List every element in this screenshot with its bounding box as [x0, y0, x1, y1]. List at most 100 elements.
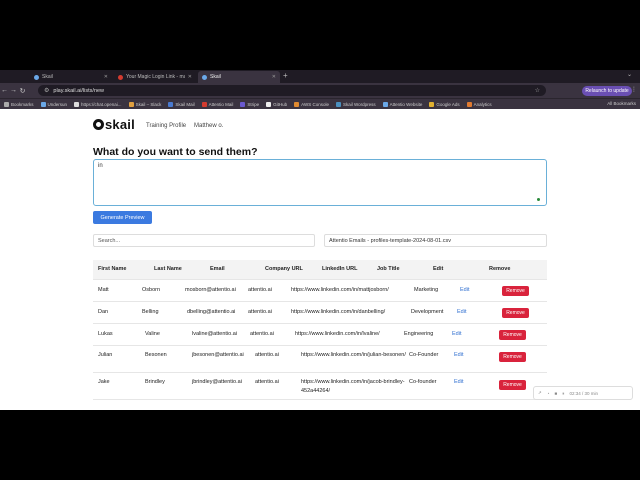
column-header: Edit — [433, 266, 444, 272]
tab-strip: Skail ✕ Your Magic Login Link - matt@ ✕ … — [0, 70, 640, 83]
bookmark-item[interactable]: Attentio Mail — [201, 101, 234, 107]
bookmark-item[interactable]: Bookmarks — [4, 101, 34, 107]
bookmark-label: Attentio Website — [389, 101, 423, 107]
skail-favicon-icon — [202, 74, 207, 80]
column-header: LinkedIn URL — [322, 266, 358, 272]
cell-linkedin-url: https://www.linkedin.com/in/lvaline/ — [295, 331, 380, 337]
bookmark-icon — [429, 101, 435, 107]
close-tab-icon[interactable]: ✕ — [272, 74, 276, 80]
bookmark-item[interactable]: Google Ads — [429, 101, 460, 107]
site-info-icon[interactable]: ⚙ — [44, 87, 49, 94]
cell-linkedin-url: https://www.linkedin.com/in/mattjosborn/ — [291, 287, 389, 293]
tab-skail-1[interactable]: Skail ✕ — [30, 71, 112, 83]
remove-button[interactable]: Remove — [502, 286, 529, 296]
bookmark-icon — [294, 101, 300, 107]
edit-link[interactable]: Edit — [452, 330, 461, 339]
pause-icon[interactable]: ⏸ — [562, 391, 564, 396]
file-select[interactable]: Attentio Emails - profiles-template-2024… — [324, 234, 547, 247]
cell-job-title: Co-Founder — [409, 352, 439, 358]
bookmark-icon — [382, 101, 388, 107]
all-bookmarks-link[interactable]: All Bookmarks — [607, 101, 636, 106]
cell-last-name: Osborn — [142, 287, 161, 293]
remove-button[interactable]: Remove — [499, 380, 526, 390]
cell-first-name: Dan — [98, 309, 109, 315]
cell-job-title: Development — [411, 309, 444, 315]
relaunch-button[interactable]: Relaunch to update — [582, 86, 632, 96]
cell-email: jbesonen@attentio.ai — [192, 352, 244, 358]
bookmark-star-icon[interactable]: ☆ — [535, 87, 540, 94]
gmail-favicon-icon — [118, 74, 123, 80]
menu-kebab-icon[interactable]: ⋮ — [631, 86, 637, 93]
close-tab-icon[interactable]: ✕ — [188, 74, 192, 80]
bookmark-label: Skail Mail — [175, 101, 195, 107]
logo-ring-icon — [93, 119, 104, 130]
bookmark-item[interactable]: AWS Console — [294, 101, 329, 107]
new-tab-icon[interactable]: + — [283, 71, 288, 80]
bookmark-label: Analytics — [473, 101, 492, 107]
bookmark-icon — [128, 101, 134, 107]
tab-magic-login[interactable]: Your Magic Login Link - matt@ ✕ — [114, 71, 196, 83]
bookmark-item[interactable]: Analytics — [466, 101, 492, 107]
table-header: First Name Last Name Email Company URL L… — [93, 260, 547, 279]
cell-first-name: Jake — [98, 379, 110, 385]
close-tab-icon[interactable]: ✕ — [104, 74, 108, 80]
message-textarea[interactable]: in — [93, 159, 547, 206]
remove-button[interactable]: Remove — [502, 308, 529, 318]
pointer-icon[interactable]: ↗ — [538, 390, 542, 396]
grammarly-indicator-icon[interactable] — [537, 198, 540, 201]
cell-last-name: Besonen — [145, 352, 167, 358]
recorder-time: 02:34 / 30 min — [569, 390, 598, 396]
remove-button[interactable]: Remove — [499, 352, 526, 362]
bookmark-item[interactable]: https://chat.openai... — [74, 101, 122, 107]
edit-link[interactable]: Edit — [457, 308, 466, 317]
edit-link[interactable]: Edit — [454, 378, 463, 387]
column-header: First Name — [98, 266, 127, 272]
bookmark-item[interactable]: Stripe — [240, 101, 259, 107]
bookmark-item[interactable]: Skail Mail — [168, 101, 195, 107]
cell-first-name: Matt — [98, 287, 109, 293]
skail-logo[interactable]: skail — [93, 117, 135, 132]
cell-linkedin-url: https://www.linkedin.com/in/jacob-brindl… — [301, 379, 405, 394]
cell-company-url: attentio.ai — [248, 309, 272, 315]
cell-last-name: Brindley — [145, 379, 165, 385]
bookmark-item[interactable]: Skail Wordpress — [335, 101, 376, 107]
bookmark-item[interactable]: Attentio Website — [382, 101, 423, 107]
cell-company-url: attentio.ai — [248, 287, 272, 293]
bookmark-icon — [201, 101, 207, 107]
cell-email: jbrindley@attentio.ai — [192, 379, 242, 385]
cell-email: mosborn@attentio.ai — [185, 287, 236, 293]
column-header: Company URL — [265, 266, 303, 272]
nav-training-profile[interactable]: Training Profile — [146, 123, 186, 129]
bookmark-label: Skail – Slack — [135, 101, 162, 107]
column-header: Remove — [489, 266, 511, 272]
bookmark-label: https://chat.openai... — [81, 101, 122, 107]
url-text: play.skail.ai/lists/new — [53, 87, 105, 94]
timer-icon[interactable]: ◔ — [547, 391, 550, 396]
bookmark-icon — [40, 101, 46, 107]
logo-wordmark: skail — [105, 117, 135, 132]
bookmark-item[interactable]: Skail – Slack — [128, 101, 162, 107]
forward-icon[interactable]: → — [9, 87, 18, 94]
back-icon[interactable]: ← — [0, 87, 9, 94]
tab-search-chevron-icon[interactable]: ⌄ — [627, 71, 632, 78]
page-content: skail Training Profile Matthew o. What d… — [0, 109, 640, 410]
bookmark-label: Attentio Mail — [208, 101, 234, 107]
nav-user-menu[interactable]: Matthew o. — [194, 123, 223, 129]
column-header: Last Name — [154, 266, 182, 272]
edit-link[interactable]: Edit — [454, 351, 463, 360]
bookmark-label: Bookmarks — [11, 101, 34, 107]
cell-email: dbelling@attentio.ai — [187, 309, 236, 315]
remove-button[interactable]: Remove — [499, 330, 526, 340]
stop-icon[interactable]: ■ — [555, 391, 558, 396]
table-row: Dan Belling dbelling@attentio.ai attenti… — [93, 301, 547, 323]
table-row: Matt Osborn mosborn@attentio.ai attentio… — [93, 279, 547, 301]
address-bar[interactable]: ⚙ play.skail.ai/lists/new ☆ — [38, 85, 546, 96]
screen-recorder-widget: ↗ ◔ ■ ⏸ 02:34 / 30 min — [533, 386, 633, 400]
bookmark-item[interactable]: GitHub — [266, 101, 287, 107]
edit-link[interactable]: Edit — [460, 286, 469, 295]
search-input[interactable]: Search... — [93, 234, 315, 247]
tab-skail-active[interactable]: Skail ✕ — [198, 71, 280, 83]
generate-preview-button[interactable]: Generate Preview — [93, 211, 152, 224]
reload-icon[interactable]: ↻ — [18, 87, 27, 95]
bookmark-item[interactable]: Undersun — [40, 101, 67, 107]
